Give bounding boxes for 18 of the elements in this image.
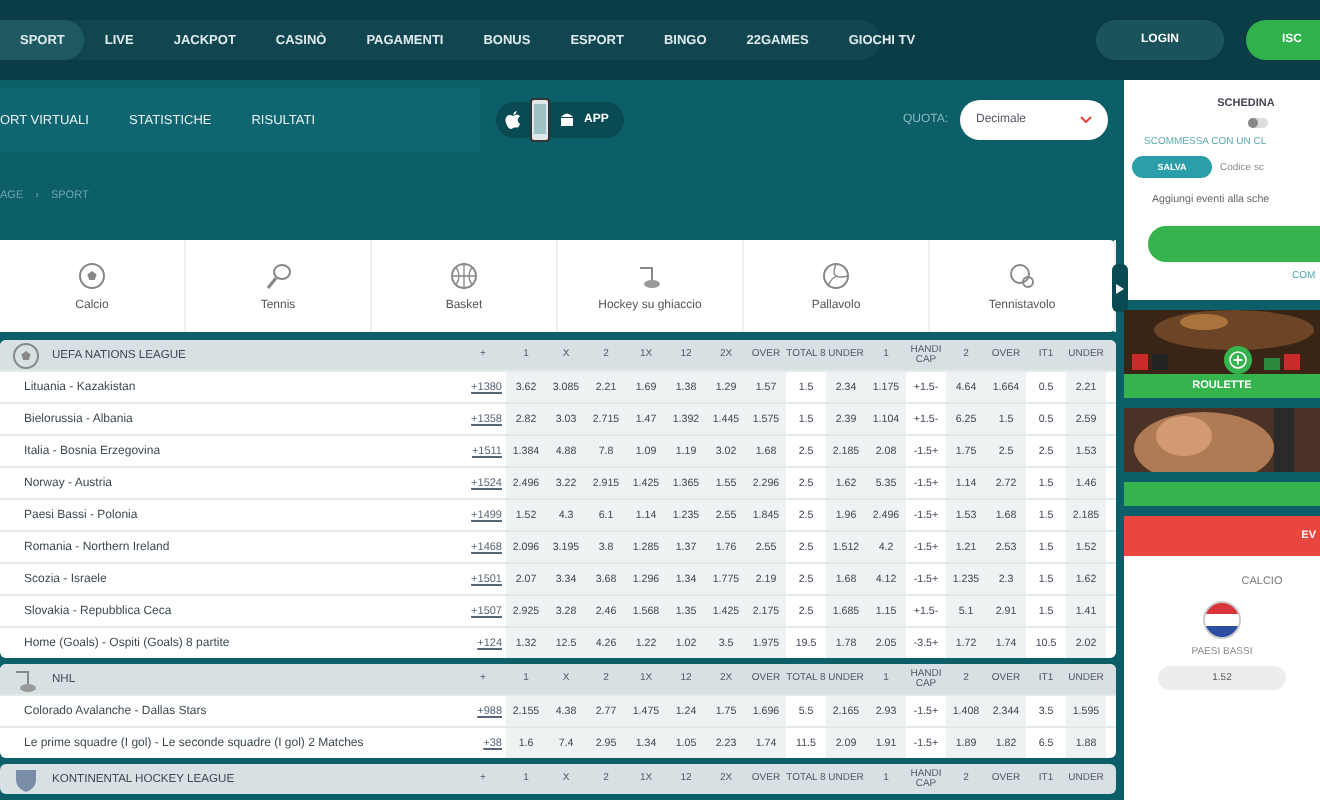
basketball-icon [450, 261, 478, 289]
chevron-down-icon [1080, 116, 1092, 124]
flag-icon [1202, 600, 1242, 640]
plus-icon[interactable] [1224, 346, 1252, 374]
soccer-ball-icon [78, 261, 106, 289]
scroll-right-button[interactable] [1112, 264, 1128, 312]
shield-icon [12, 765, 40, 793]
apple-icon [504, 110, 522, 130]
place-bet-button[interactable] [1148, 226, 1320, 262]
triangle-right-icon [1116, 283, 1124, 293]
hockey-stick-icon [636, 261, 664, 289]
ping-pong-icon [1008, 261, 1036, 289]
volleyball-icon [822, 261, 850, 289]
phone-icon [530, 98, 550, 142]
hockey-stick-icon [12, 665, 40, 693]
tennis-racket-icon [264, 261, 292, 289]
soccer-ball-icon [12, 341, 40, 369]
toggle-switch[interactable] [1248, 118, 1268, 128]
